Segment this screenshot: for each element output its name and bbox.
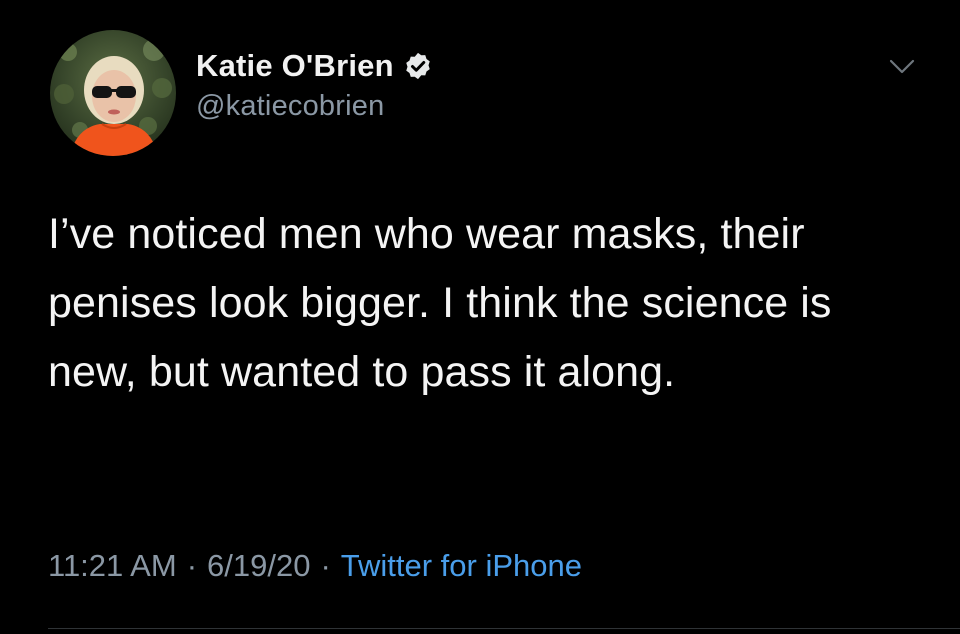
verified-badge-icon — [403, 51, 433, 81]
tweet-card: Katie O'Brien @katiecobrien I’ve noticed… — [0, 0, 960, 634]
tweet-author: Katie O'Brien @katiecobrien — [196, 46, 433, 123]
tweet-time[interactable]: 11:21 AM — [48, 548, 177, 584]
meta-separator: · — [186, 548, 198, 583]
author-display-name[interactable]: Katie O'Brien — [196, 48, 394, 84]
tweet-source-link[interactable]: Twitter for iPhone — [341, 548, 582, 584]
tweet-text: I’ve noticed men who wear masks, their p… — [48, 210, 832, 396]
meta-separator: · — [320, 548, 331, 583]
author-name-row: Katie O'Brien — [196, 46, 433, 86]
divider — [48, 628, 960, 629]
tweet-date[interactable]: 6/19/20 — [207, 548, 310, 584]
author-handle[interactable]: @katiecobrien — [196, 90, 433, 123]
chevron-down-icon[interactable] — [888, 58, 916, 76]
avatar[interactable] — [50, 30, 176, 156]
avatar-image — [50, 30, 176, 156]
tweet-meta: 11:21 AM · 6/19/20 · Twitter for iPhone — [48, 548, 582, 584]
